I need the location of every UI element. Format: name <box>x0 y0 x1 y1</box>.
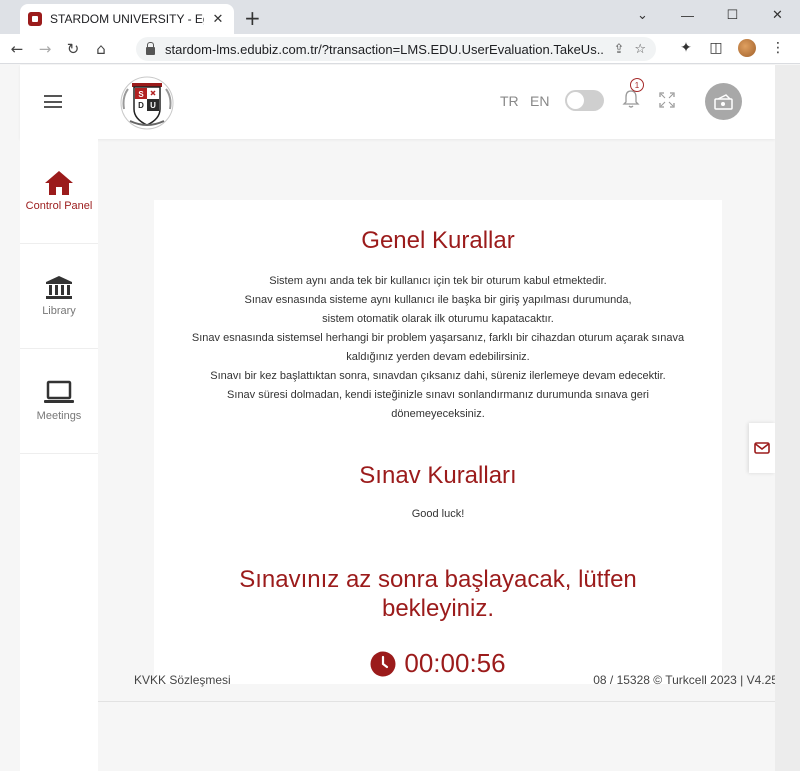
sidebar-item-meetings[interactable]: Meetings <box>20 349 98 454</box>
window-controls: ⌄ — ☐ ✕ <box>620 0 800 34</box>
forward-icon[interactable]: → <box>34 40 56 58</box>
kvkk-agreement-link[interactable]: KVKK Sözleşmesi <box>134 673 231 687</box>
reload-icon[interactable]: ↻ <box>62 40 84 58</box>
language-tr[interactable]: TR <box>500 93 519 109</box>
notification-badge: 1 <box>630 78 644 92</box>
address-bar[interactable]: stardom-lms.edubiz.com.tr/?transaction=L… <box>136 37 656 61</box>
waiting-message: Sınavınız az sonra başlayacak, lütfen be… <box>239 566 637 622</box>
profile-avatar[interactable] <box>738 39 756 57</box>
general-rules-title: Genel Kurallar <box>361 227 515 254</box>
menu-kebab-icon[interactable]: ⋮ <box>770 40 786 56</box>
top-navbar: S D U TR EN 1 <box>20 65 775 139</box>
logo-letter-s: S <box>138 90 144 99</box>
new-tab-icon[interactable]: + <box>244 6 261 30</box>
general-rules-text: Sistem aynı anda tek bir kullanıcı için … <box>174 272 702 424</box>
sidebar-item-label: Control Panel <box>25 200 93 212</box>
page-gutter <box>775 65 800 771</box>
bell-icon[interactable] <box>622 89 640 109</box>
footer-divider <box>98 701 775 702</box>
tab-search-icon[interactable]: ⌄ <box>620 0 665 30</box>
rule-line: Sınav süresi dolmadan, kendi isteğinizle… <box>227 389 649 420</box>
laptop-icon <box>44 380 74 403</box>
url-text[interactable]: stardom-lms.edubiz.com.tr/?transaction=L… <box>165 42 603 57</box>
university-logo[interactable]: S D U <box>118 75 176 131</box>
timer-value: 00:00:56 <box>404 648 506 678</box>
contact-mail-button[interactable] <box>749 423 775 473</box>
theme-toggle[interactable] <box>565 90 604 111</box>
hamburger-menu-icon[interactable] <box>44 95 62 108</box>
home-icon <box>45 171 73 195</box>
fullscreen-icon[interactable] <box>659 92 675 108</box>
rule-line: Sınav esnasında sisteme aynı kullanıcı i… <box>244 294 632 325</box>
bookmark-star-icon[interactable]: ☆ <box>634 42 646 57</box>
close-tab-icon[interactable]: ✕ <box>210 12 226 27</box>
browser-tab[interactable]: STARDOM UNIVERSITY - Eğitim Y ✕ <box>20 4 234 34</box>
user-avatar[interactable] <box>705 83 742 120</box>
favicon-icon <box>28 12 42 26</box>
back-icon[interactable]: ← <box>6 40 28 58</box>
tab-title: STARDOM UNIVERSITY - Eğitim Y <box>50 12 204 26</box>
sidebar-item-library[interactable]: Library <box>20 244 98 349</box>
rule-line: Sınav esnasında sistemsel herhangi bir p… <box>191 332 685 363</box>
extensions-icon[interactable]: ✦ <box>678 40 694 56</box>
toolbar-actions: ✦ ◫ ⋮ <box>678 39 786 57</box>
rule-line: Sınavı bir kez başlattıktan sonra, sınav… <box>210 370 666 382</box>
close-window-icon[interactable]: ✕ <box>755 0 800 30</box>
sidebar-item-label: Meetings <box>36 410 82 422</box>
language-en[interactable]: EN <box>530 93 549 109</box>
clock-icon <box>370 651 396 676</box>
browser-toolbar: ← → ↻ ⌂ stardom-lms.edubiz.com.tr/?trans… <box>0 34 800 64</box>
app-window: S D U TR EN 1 Control Panel Library Meet… <box>20 65 775 771</box>
exam-rules-title: Sınav Kuralları <box>359 462 517 489</box>
footer-version: 08 / 15328 © Turkcell 2023 | V4.25.1 <box>593 673 788 687</box>
browser-tab-strip: STARDOM UNIVERSITY - Eğitim Y ✕ + ⌄ — ☐ … <box>0 0 800 34</box>
share-icon[interactable]: ⇪ <box>613 42 624 57</box>
rule-line: Sistem aynı anda tek bir kullanıcı için … <box>269 275 607 287</box>
lock-icon[interactable] <box>146 42 155 55</box>
user-card-icon <box>713 93 733 110</box>
logo-letter-d: D <box>138 101 144 110</box>
minimize-icon[interactable]: — <box>665 0 710 30</box>
library-icon <box>46 276 72 299</box>
maximize-icon[interactable]: ☐ <box>710 0 755 30</box>
exam-rules-text: Good luck! <box>411 508 465 520</box>
sidebar-item-label: Library <box>42 305 76 317</box>
mail-icon <box>754 442 770 454</box>
sidebar-item-control-panel[interactable]: Control Panel <box>20 139 98 244</box>
side-panel-icon[interactable]: ◫ <box>708 40 724 56</box>
exam-info-card: Genel Kurallar Sistem aynı anda tek bir … <box>154 200 722 684</box>
logo-letter-u: U <box>150 101 156 110</box>
home-nav-icon[interactable]: ⌂ <box>90 40 112 58</box>
sidebar: Control Panel Library Meetings <box>20 139 98 771</box>
